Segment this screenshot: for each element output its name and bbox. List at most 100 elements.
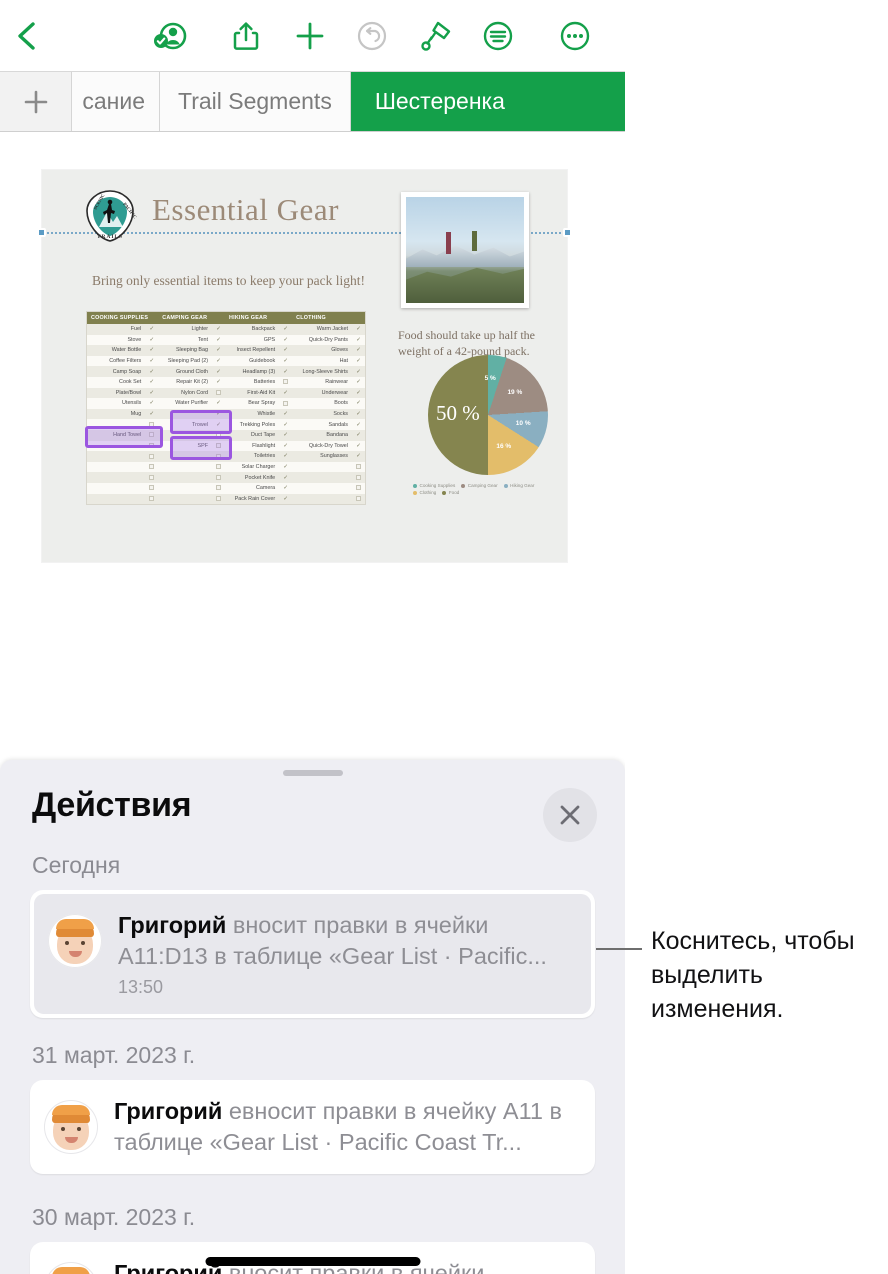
table-cell-label[interactable]: Rainwear [292,376,352,388]
table-cell-label[interactable]: Batteries [225,376,280,388]
table-cell-checkbox[interactable]: ✓ [279,461,293,473]
table-cell-label[interactable]: Insect Repellent [225,345,280,356]
format-brush-icon[interactable] [414,14,458,58]
activity-card-march-31[interactable]: Григорий евносит правки в ячейку A11 в т… [30,1080,595,1175]
table-cell-checkbox[interactable]: ✓ [279,482,293,494]
table-cell-checkbox[interactable]: ✓ [352,324,365,335]
table-cell-checkbox[interactable] [212,440,226,452]
table-cell-label[interactable]: Trekking Poles [225,419,280,430]
table-cell-label[interactable]: GPS [225,334,280,346]
table-cell-checkbox[interactable] [212,429,226,441]
table-cell-checkbox[interactable]: ✓ [352,376,365,388]
table-cell-label[interactable]: Gloves [292,345,352,356]
table-cell-label[interactable]: Hand Towel [87,429,146,441]
gear-list-table[interactable]: COOKING SUPPLIES CAMPING GEAR HIKING GEA… [87,312,365,505]
table-cell-checkbox[interactable]: ✓ [279,345,293,356]
table-row[interactable]: Coffee Filters ✓ Sleeping Pad (2) ✓ Guideboo… [87,355,365,367]
table-cell-label[interactable]: Duct Tape [225,429,280,441]
table-cell-checkbox[interactable]: ✓ [212,366,226,377]
table-cell-label[interactable] [87,451,146,462]
table-cell-checkbox[interactable]: ✓ [279,429,293,441]
tab-shesterenka[interactable]: Шестеренка [350,72,625,131]
table-row[interactable]: Trowel ✓ Trekking Poles ✓ Sandals ✓ [87,419,365,430]
selection-handle-left[interactable] [37,228,46,237]
table-cell-checkbox[interactable] [145,451,159,462]
table-row[interactable]: Water Bottle ✓ Sleeping Bag ✓ Insect Repelle… [87,345,365,356]
table-row[interactable]: Plate/Bowl ✓ Nylon Cord First-Aid Kit ✓ Under… [87,387,365,399]
table-cell-checkbox[interactable]: ✓ [279,387,293,399]
table-cell-checkbox[interactable]: ✓ [145,408,159,420]
table-cell-checkbox[interactable] [212,472,226,483]
table-row[interactable]: Cook Set ✓ Repair Kit (2) ✓ Batteries Rainwea… [87,376,365,388]
table-cell-checkbox[interactable]: ✓ [212,345,226,356]
table-row[interactable]: Fuel ✓ Lighter ✓ Backpack ✓ Warm Jacket ✓ [87,324,365,335]
table-cell-label[interactable]: Fuel [87,324,146,335]
table-cell-label[interactable]: Flashlight [225,440,280,452]
tab-trail-segments[interactable]: Trail Segments [160,72,351,131]
table-row[interactable]: SPF Flashlight ✓ Quick-Dry Towel ✓ [87,440,365,452]
more-ellipsis-icon[interactable] [553,14,597,58]
table-cell-checkbox[interactable]: ✓ [352,440,365,452]
table-cell-label[interactable] [292,482,352,494]
table-cell-checkbox[interactable]: ✓ [279,493,293,505]
table-cell-checkbox[interactable]: ✓ [352,387,365,399]
table-cell-label[interactable]: Utensils [87,398,146,409]
table-cell-checkbox[interactable]: ✓ [352,345,365,356]
table-cell-label[interactable]: Bear Spray [225,398,280,409]
table-cell-checkbox[interactable]: ✓ [212,419,226,430]
table-cell-checkbox[interactable] [212,461,226,473]
tab-sание[interactable]: сание [72,72,160,131]
table-cell-label[interactable] [87,461,146,473]
table-cell-checkbox[interactable] [212,451,226,462]
table-cell-checkbox[interactable]: ✓ [145,376,159,388]
table-cell-label[interactable]: SPF [158,440,213,452]
table-cell-checkbox[interactable] [145,493,159,505]
table-cell-label[interactable] [292,472,352,483]
document-canvas[interactable]: TRAILS SCENIC PACIFIC Essential Gear Bri… [0,132,625,792]
table-cell-label[interactable]: Long-Sleeve Shirts [292,366,352,377]
table-cell-label[interactable]: Water Bottle [87,345,146,356]
table-cell-checkbox[interactable] [145,472,159,483]
table-cell-label[interactable]: Toiletries [225,451,280,462]
table-cell-checkbox[interactable]: ✓ [279,324,293,335]
table-cell-label[interactable] [87,472,146,483]
gear-weight-pie-chart[interactable]: 5 % 19 % 10 % 16 % 50 % Cooking Supplies… [413,355,563,497]
table-cell-label[interactable]: Stove [87,334,146,346]
table-cell-label[interactable]: Quick-Dry Pants [292,334,352,346]
table-cell-checkbox[interactable]: ✓ [279,355,293,367]
table-cell-checkbox[interactable] [145,461,159,473]
table-cell-checkbox[interactable] [145,429,159,441]
table-cell-checkbox[interactable]: ✓ [352,408,365,420]
table-cell-checkbox[interactable]: ✓ [212,324,226,335]
table-cell-label[interactable] [292,461,352,473]
hikers-photo[interactable] [401,192,529,308]
table-cell-label[interactable] [87,482,146,494]
table-cell-checkbox[interactable]: ✓ [279,451,293,462]
table-cell-label[interactable]: Pocket Knife [225,472,280,483]
table-row[interactable]: Toiletries ✓ Sunglasses ✓ [87,451,365,462]
close-icon[interactable] [543,788,597,842]
table-cell-label[interactable]: Hat [292,355,352,367]
table-cell-label[interactable]: Underwear [292,387,352,399]
table-cell-checkbox[interactable] [279,398,293,409]
spreadsheet-sheet[interactable]: TRAILS SCENIC PACIFIC Essential Gear Bri… [37,170,572,562]
table-cell-label[interactable]: Whistle [225,408,280,420]
table-cell-checkbox[interactable] [212,482,226,494]
table-cell-label[interactable]: Quick-Dry Towel [292,440,352,452]
table-row[interactable]: Solar Charger ✓ [87,461,365,473]
table-cell-label[interactable]: Nylon Cord [158,387,213,399]
table-cell-checkbox[interactable] [145,419,159,430]
collaborate-person-check-icon[interactable] [148,14,192,58]
table-cell-label[interactable]: Guidebook [225,355,280,367]
table-cell-label[interactable] [87,419,146,430]
table-cell-checkbox[interactable]: ✓ [145,366,159,377]
table-cell-label[interactable]: Sleeping Bag [158,345,213,356]
table-cell-label[interactable]: Warm Jacket [292,324,352,335]
table-cell-checkbox[interactable] [352,472,365,483]
table-cell-checkbox[interactable]: ✓ [145,345,159,356]
table-cell-label[interactable]: Sunglasses [292,451,352,462]
table-cell-label[interactable]: Solar Charger [225,461,280,473]
table-cell-checkbox[interactable] [352,482,365,494]
table-row[interactable]: Camp Soap ✓ Ground Cloth ✓ Headlamp (3) ✓ Long… [87,366,365,377]
table-cell-checkbox[interactable]: ✓ [279,419,293,430]
